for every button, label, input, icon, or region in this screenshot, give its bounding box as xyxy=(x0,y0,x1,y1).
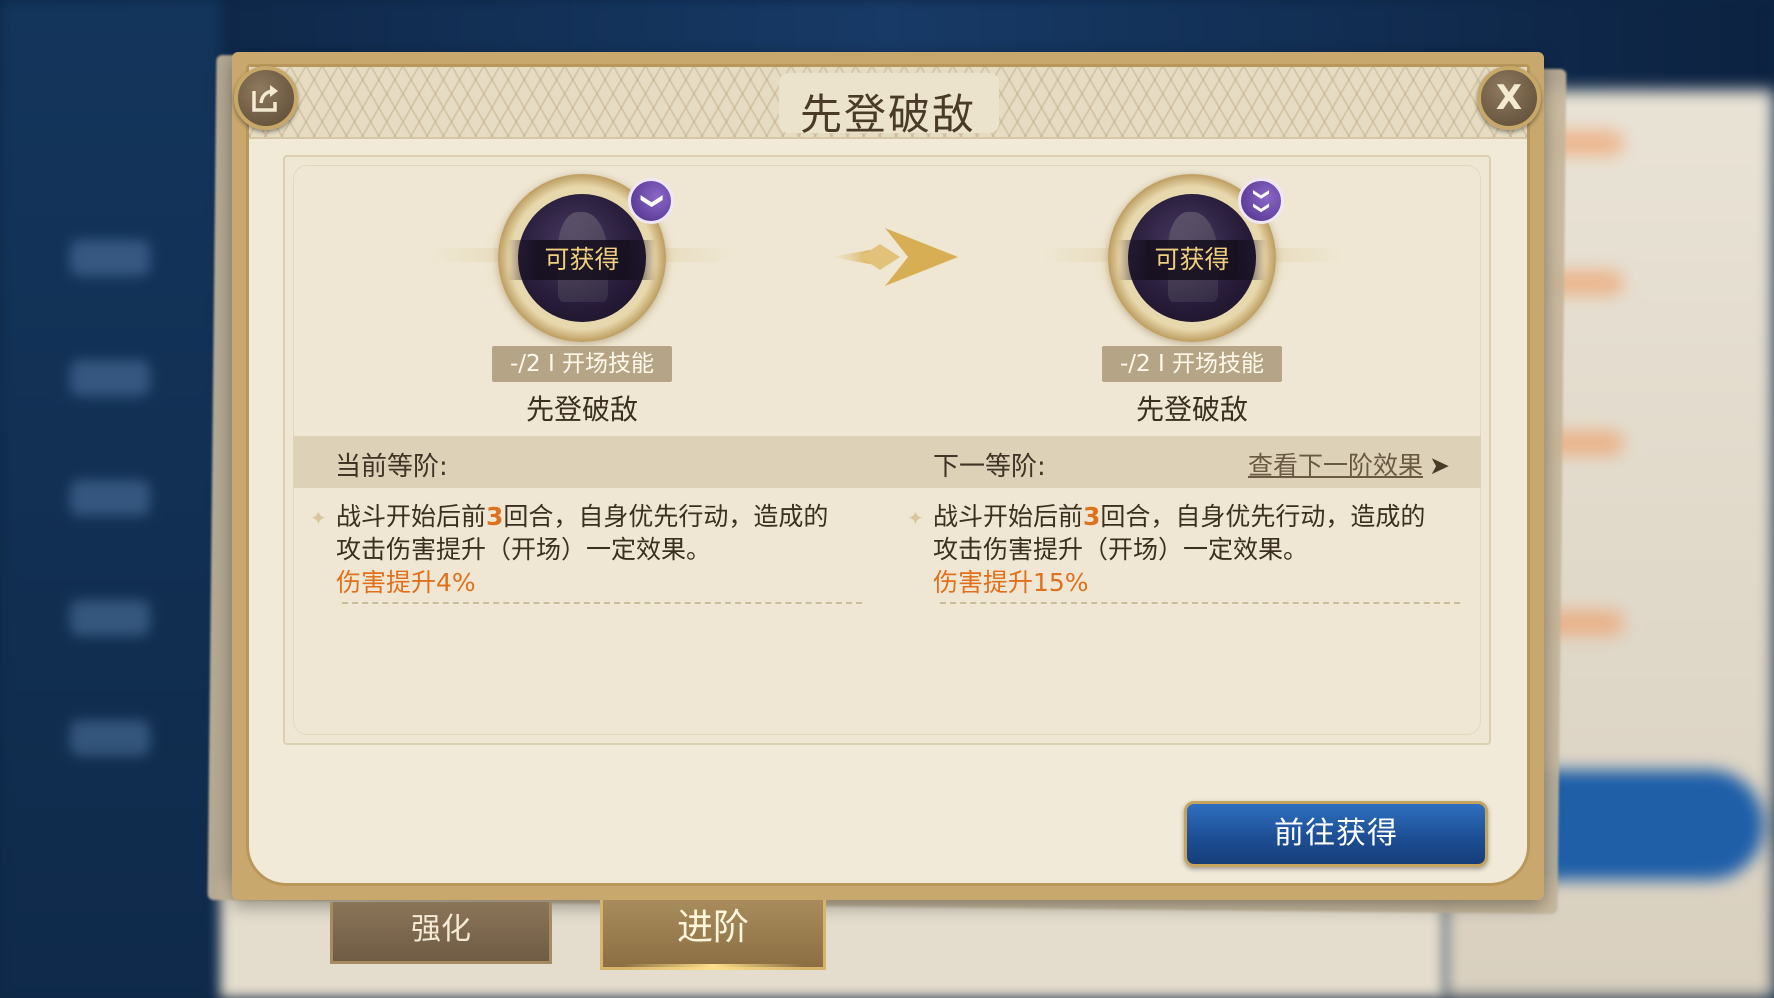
skill-name: 先登破敌 xyxy=(1135,393,1248,426)
obtainable-label: 可获得 xyxy=(508,240,656,280)
effect-line-2: 攻击伤害提升（开场）一定效果。 xyxy=(933,535,1309,564)
go-obtain-button[interactable]: 前往获得 xyxy=(1184,801,1488,867)
share-icon xyxy=(252,85,278,112)
chevron-right-icon: ➤ xyxy=(1429,451,1450,480)
background-menu-item xyxy=(70,360,150,396)
arrow-right-icon xyxy=(830,228,958,286)
background-menu-item xyxy=(70,240,150,276)
obtainable-label: 可获得 xyxy=(1118,240,1266,280)
tab-advance[interactable]: 进阶 xyxy=(600,900,826,970)
double-chevron-down-icon: ❯❯ xyxy=(1238,178,1284,224)
sparkle-icon: ✦ xyxy=(907,506,924,530)
share-button[interactable] xyxy=(234,66,298,130)
title-bar: 先登破敌 xyxy=(249,67,1527,139)
background-menu-item xyxy=(70,720,150,756)
divider xyxy=(342,602,862,604)
next-stage-label: 下一等阶: xyxy=(933,452,1046,482)
tab-strengthen[interactable]: 强化 xyxy=(330,902,552,964)
damage-boost-value: 伤害提升4% xyxy=(336,568,476,597)
close-button[interactable]: X xyxy=(1477,66,1541,130)
active-tab-glow xyxy=(623,964,803,970)
effect-line-2: 攻击伤害提升（开场）一定效果。 xyxy=(336,535,712,564)
damage-boost-value: 伤害提升15% xyxy=(933,568,1089,597)
skill-name: 先登破敌 xyxy=(525,393,638,426)
stage-header-bar: 当前等阶: 下一等阶: 查看下一阶效果 ➤ xyxy=(293,436,1481,488)
effect-line-1: 战斗开始后前3回合，自身优先行动，造成的 xyxy=(933,502,1426,531)
background-menu-item xyxy=(70,600,150,636)
chevron-down-icon: ❯ xyxy=(628,178,674,224)
background-left-menu xyxy=(0,0,220,998)
view-next-stage-link[interactable]: 查看下一阶效果 ➤ xyxy=(1248,446,1450,482)
skill-tag: -/2 I 开场技能 xyxy=(1102,346,1282,382)
dialog-title: 先登破敌 xyxy=(799,90,976,139)
view-next-stage-text: 查看下一阶效果 xyxy=(1248,451,1424,480)
divider xyxy=(940,602,1460,604)
effect-line-1: 战斗开始后前3回合，自身优先行动，造成的 xyxy=(336,502,829,531)
close-icon: X xyxy=(1495,78,1523,118)
skill-tag: -/2 I 开场技能 xyxy=(492,346,672,382)
current-stage-label: 当前等阶: xyxy=(335,452,448,482)
next-effect-text: ✦ 战斗开始后前3回合，自身优先行动，造成的 攻击伤害提升（开场）一定效果。 伤… xyxy=(907,500,1453,599)
sparkle-icon: ✦ xyxy=(310,506,327,530)
tab-advance-label: 进阶 xyxy=(676,907,749,948)
current-effect-text: ✦ 战斗开始后前3回合，自身优先行动，造成的 攻击伤害提升（开场）一定效果。 伤… xyxy=(310,500,856,599)
background-menu-item xyxy=(70,480,150,516)
